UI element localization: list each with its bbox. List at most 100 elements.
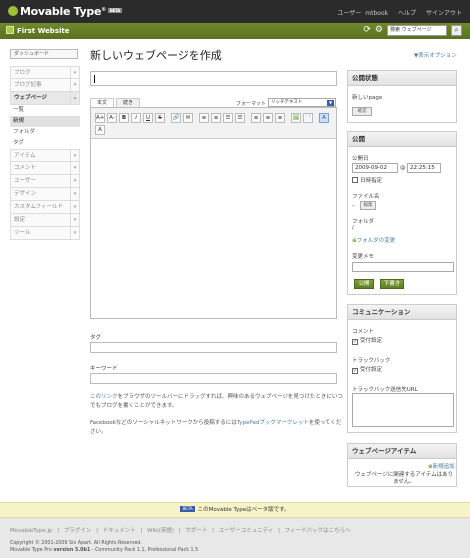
display-options-link[interactable]: ▼表示オプション [414,51,457,59]
keywords-input[interactable] [90,373,337,384]
sidebar-item-design[interactable]: デザイン ▾ [10,188,80,201]
bulleted-list-icon[interactable]: ☰ [223,113,233,123]
new-item-link[interactable]: ⊕新規追加 [428,462,455,470]
font-size-increase-icon[interactable]: A+ [95,113,105,123]
publish-time-input[interactable]: 22:25:15 [407,163,441,173]
toolbar-separator [247,113,249,123]
email-link-icon[interactable]: ✉ [183,113,193,123]
sidebar-item-users[interactable]: ユーザー ▾ [10,175,80,188]
wysiwyg-mode-icon[interactable]: A [319,113,329,123]
font-size-decrease-icon[interactable]: A- [107,113,117,123]
search-icon[interactable]: ⌕ [451,25,462,36]
scheduled-checkbox[interactable] [352,177,358,183]
footer-link-docs[interactable]: ドキュメント [103,528,136,534]
sidebar-item-comments[interactable]: コメント ▾ [10,162,80,175]
app-logo[interactable]: Movable Type® BETA [8,5,122,18]
sidebar-item-webpages[interactable]: ウェブページ ▴ [10,92,80,105]
expand-arrow-icon[interactable]: ▾ [70,201,79,213]
help-link[interactable]: ヘルプ [398,10,416,17]
format-select[interactable]: リッチテキスト ▼ [268,98,336,107]
strikethrough-icon[interactable]: S [155,113,165,123]
subnav-item-tags[interactable]: タグ [10,138,80,149]
tab-more[interactable]: 続き [116,98,141,107]
checkmark-icon[interactable]: ✓ [352,339,358,345]
expand-arrow-icon[interactable]: ▾ [70,214,79,226]
expand-arrow-icon[interactable]: ▾ [70,175,79,187]
typepad-bookmarklet-link[interactable]: TypePadブックマークレット [237,420,309,426]
align-center-icon[interactable]: ≡ [263,113,273,123]
numbered-list-icon[interactable]: ☰ [235,113,245,123]
dashboard-select[interactable]: ダッシュボード [10,49,78,59]
footer-link-support[interactable]: サポート [185,528,207,534]
align-right-icon[interactable]: ≡ [275,113,285,123]
username-link[interactable]: mtbook [365,10,388,17]
signout-link[interactable]: サインアウト [426,10,462,17]
sidebar-item-settings[interactable]: 設定 ▾ [10,214,80,227]
footer-link-wiki[interactable]: Wiki(英語) [147,528,174,534]
footer-link-plugins[interactable]: プラグイン [64,528,92,534]
rich-text-editor[interactable]: A+ A- B I U S 🔗 ✉ ≡ ≡ ☰ ☰ ≡ ≡ ≡ 🖼 📄 A A [90,107,337,319]
filename-edit-button[interactable]: 編集 [360,201,376,210]
subnav-item-new[interactable]: 新規 [10,116,80,127]
expand-arrow-icon[interactable]: ▾ [70,227,79,239]
settings-gear-icon[interactable]: ⚙ [375,25,383,36]
expand-arrow-icon[interactable]: ▾ [70,79,79,91]
insert-file-icon[interactable]: 📄 [303,113,313,123]
footer-link-movabletype-jp[interactable]: MovableType.jp [10,528,53,534]
align-left-icon[interactable]: ≡ [251,113,261,123]
site-search-input[interactable]: 検索 ウェブページ [387,25,447,36]
sidebar-item-label: ツール [14,230,31,236]
sidebar-item-label: デザイン [14,191,37,197]
sidebar-item-assets[interactable]: アイテム ▾ [10,149,80,162]
comment-accept-row[interactable]: ✓ 受付設定 [352,336,382,345]
expand-arrow-icon[interactable]: ▾ [70,188,79,200]
save-draft-button[interactable]: 下書き [380,279,404,289]
expand-arrow-icon[interactable]: ▾ [70,150,79,162]
link-icon[interactable]: 🔗 [171,113,181,123]
text-caret [94,75,95,83]
bookmarklet-link[interactable]: このリンク [90,394,118,400]
folder-value: / [352,225,354,231]
trackback-url-textarea[interactable] [352,393,454,427]
tags-input[interactable] [90,342,337,353]
site-switcher[interactable]: First Website [6,26,69,35]
change-folder-link[interactable]: ⊕フォルダの変更 [352,236,395,244]
refresh-icon[interactable]: ⟳ [363,25,371,36]
expand-arrow-icon[interactable]: ▾ [70,67,79,79]
change-memo-input[interactable] [352,262,454,272]
footer-link-community[interactable]: ユーザーコミュニティ [219,528,274,534]
bookmarklet-text: をブラウザのツールバーにドラッグすれば、興味のあるウェブページを見つけたときにい… [90,394,343,409]
sidebar-item-label: カスタムフィールド [14,204,64,210]
expand-arrow-icon[interactable]: ▾ [70,162,79,174]
toolbar-separator [287,113,289,123]
editor-toolbar: A+ A- B I U S 🔗 ✉ ≡ ≡ ☰ ☰ ≡ ≡ ≡ 🖼 📄 A A [91,108,336,139]
sidebar-item-entries[interactable]: ブログ記事 ▾ [10,79,80,92]
sidebar-item-tools[interactable]: ツール ▾ [10,227,80,240]
html-mode-icon[interactable]: A [95,125,105,135]
collapse-arrow-icon[interactable]: ▴ [70,92,79,104]
subnav-item-folders[interactable]: フォルダ [10,127,80,138]
publish-widget: 公開 公開日 2009-09-02 @ 22:25:15 日時指定 ファイル名 … [347,131,457,295]
scheduled-checkbox-row[interactable]: 日時指定 [352,176,382,184]
indent-icon[interactable]: ≡ [199,113,209,123]
preview-button[interactable]: 確認 [352,107,372,116]
sidebar-item-blog[interactable]: ブログ ▾ [10,66,80,79]
copyright-text: Copyright © 2001-2009 Six Apart. All Rig… [10,541,142,546]
footer-separator: | [140,528,143,534]
underline-icon[interactable]: U [143,113,153,123]
sidebar-item-custom-fields[interactable]: カスタムフィールド ▾ [10,201,80,214]
italic-icon[interactable]: I [131,113,141,123]
widget-title: 公開状態 [348,71,456,86]
footer-link-feedback[interactable]: フィードバックはこちらへ [285,528,351,534]
widget-title: コミュニケーション [348,305,456,320]
title-input[interactable] [90,71,337,86]
tab-body[interactable]: 本文 [90,98,115,107]
outdent-icon[interactable]: ≡ [211,113,221,123]
trackback-accept-row[interactable]: ✓ 受付設定 [352,365,382,374]
subnav-item-list[interactable]: 一覧 [10,105,80,116]
publish-button[interactable]: 公開 [354,279,374,289]
insert-image-icon[interactable]: 🖼 [291,113,301,123]
bold-icon[interactable]: B [119,113,129,123]
checkmark-icon[interactable]: ✓ [352,368,358,374]
publish-date-input[interactable]: 2009-09-02 [352,163,398,173]
